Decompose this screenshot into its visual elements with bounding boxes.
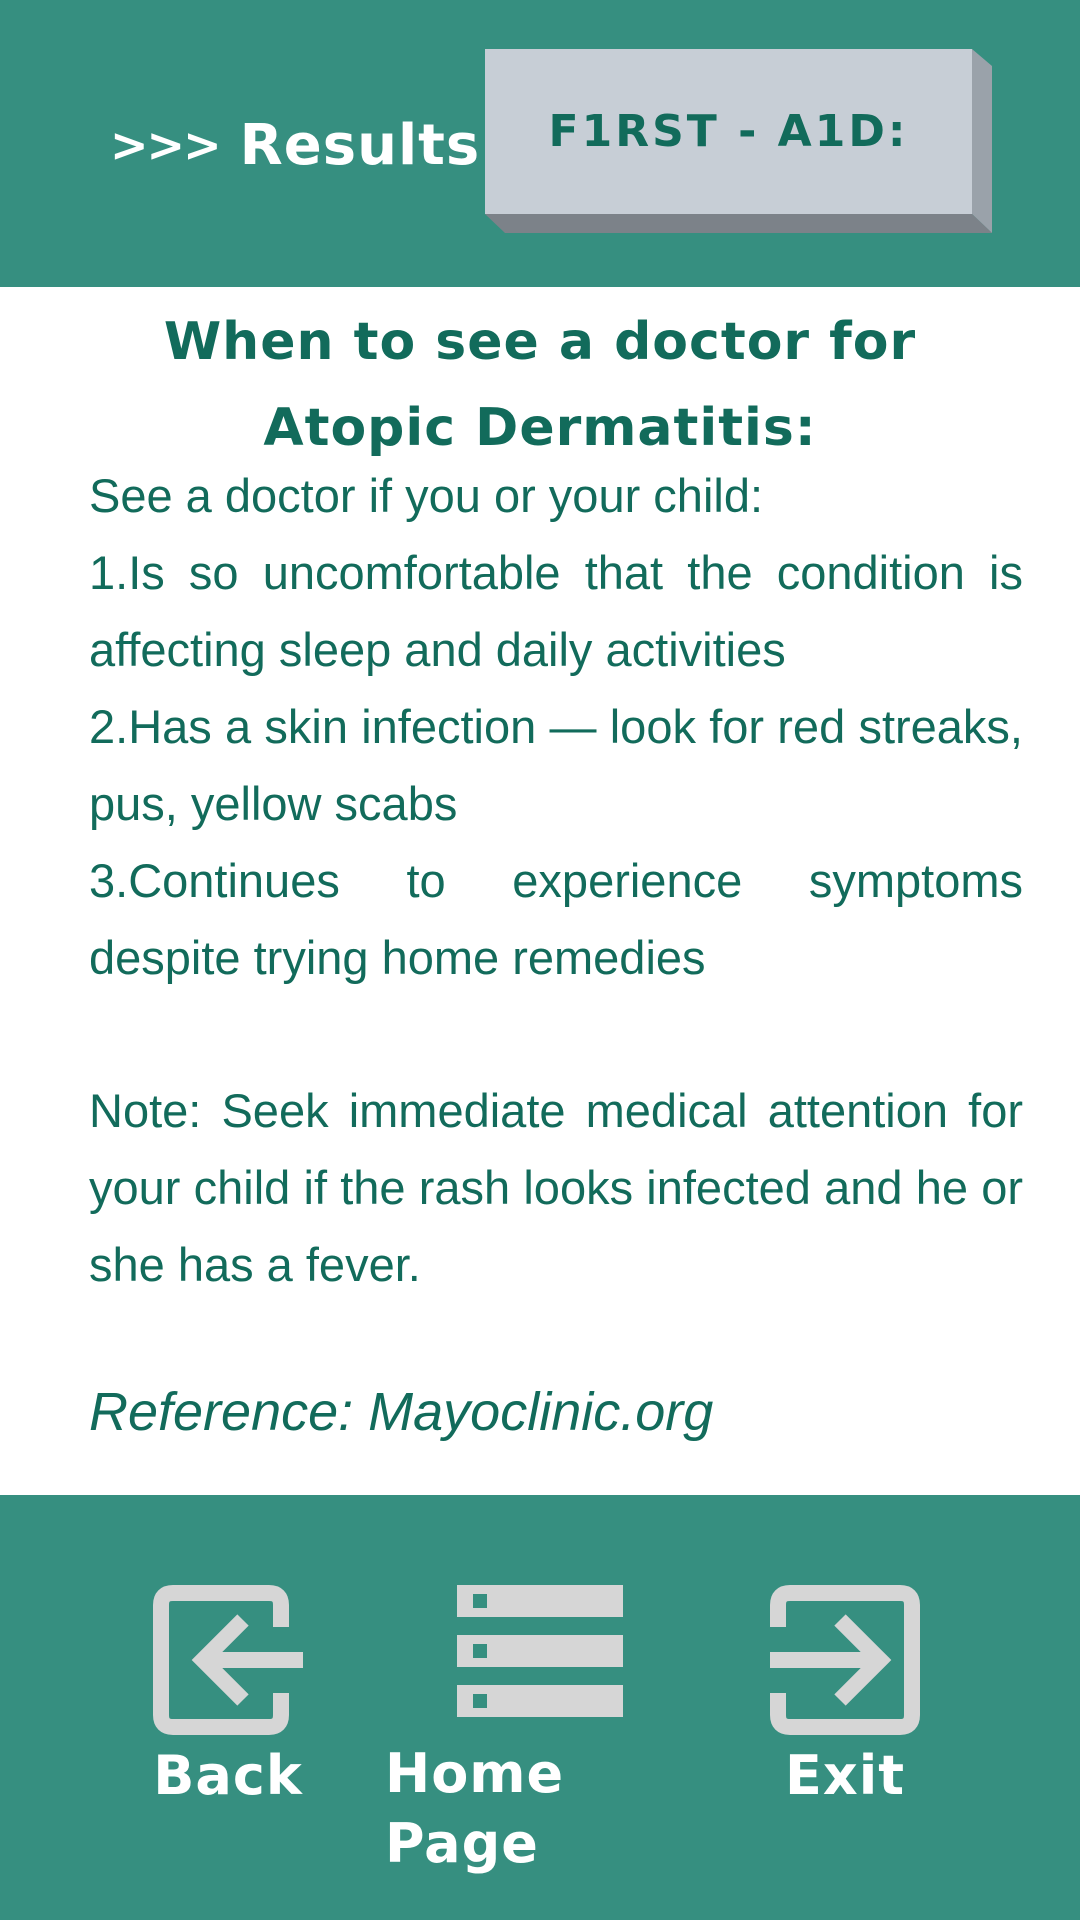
exit-label: Exit [784, 1744, 906, 1807]
home-page-label: Home Page [385, 1742, 565, 1875]
note-text: Note: Seek immediate medical attention f… [89, 1084, 1023, 1291]
home-page-button[interactable]: Home Page [385, 1585, 695, 1879]
reference-text: Reference: Mayoclinic.org [89, 1382, 714, 1442]
back-button[interactable]: Back [128, 1585, 328, 1811]
list-item: 3.Continues to experience symptoms despi… [89, 854, 1023, 984]
results-label: Results: [239, 112, 504, 178]
first-aid-label: F1RST - A1D: [548, 106, 909, 157]
content-panel: When to see a doctor for Atopic Dermatit… [0, 287, 1080, 1495]
list-menu-icon [457, 1585, 623, 1717]
chevrons-icon: >>> [110, 118, 222, 172]
results-heading: >>> Results: [110, 105, 504, 185]
back-label: Back [153, 1744, 303, 1807]
exit-arrow-icon [770, 1585, 920, 1735]
back-arrow-icon [153, 1585, 303, 1735]
list-item: 1.Is so uncomfortable that the condition… [89, 546, 1023, 676]
intro-text: See a doctor if you or your child: [89, 469, 764, 522]
first-aid-button[interactable]: F1RST - A1D: [485, 49, 992, 233]
footer-nav: Back Home Page Exit [0, 1495, 1080, 1920]
page-title: When to see a doctor for Atopic Dermatit… [0, 299, 1080, 471]
header-bar: >>> Results: F1RST - A1D: [0, 0, 1080, 287]
title-line-1: When to see a doctor for [163, 312, 917, 372]
exit-button[interactable]: Exit [745, 1585, 945, 1811]
list-item: 2.Has a skin infection — look for red st… [89, 700, 1023, 830]
symptom-list: 1.Is so uncomfortable that the condition… [89, 534, 1023, 996]
